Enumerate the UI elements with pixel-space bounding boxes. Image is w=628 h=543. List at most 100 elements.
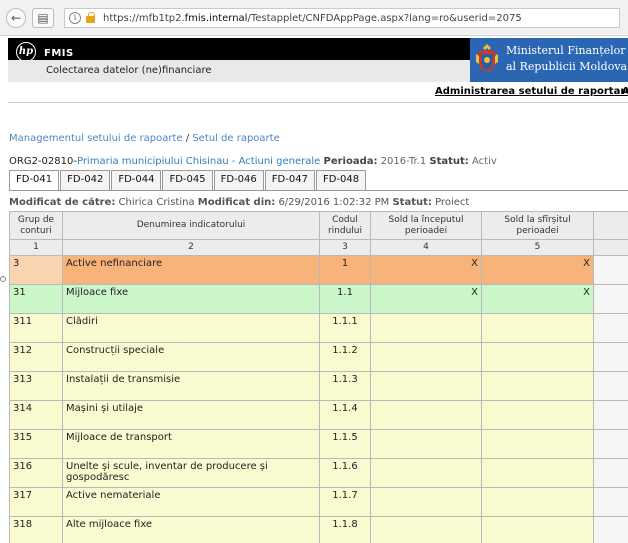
cell-code: 1.1.4 bbox=[319, 400, 371, 430]
header-row-code: Codul rindului bbox=[319, 211, 371, 240]
cell-filler bbox=[593, 487, 628, 517]
header-number: 3 bbox=[319, 239, 371, 256]
cell-balance-start-input[interactable] bbox=[370, 458, 482, 488]
tabs-underline bbox=[9, 190, 628, 191]
tab-fd-047[interactable]: FD-047 bbox=[264, 170, 315, 190]
modified-by-label: Modificat de către: bbox=[9, 197, 116, 208]
cell-code: 1 bbox=[319, 255, 371, 285]
admin-reporting-set-link[interactable]: Administrarea setului de raportare bbox=[435, 86, 628, 97]
org-name-link[interactable]: Primaria municipiului Chisinau - Actiuni… bbox=[77, 156, 320, 167]
modified-date-label: Modificat din: bbox=[197, 197, 276, 208]
table-row: 316 Unelte și scule, inventar de produce… bbox=[9, 458, 628, 488]
app-subtitle: Colectarea datelor (ne)financiare bbox=[46, 65, 212, 76]
table-row: 313 Instalații de transmisie 1.1.3 bbox=[9, 371, 628, 401]
cell-group: 3 bbox=[9, 255, 63, 285]
form-status-label: Statut: bbox=[392, 197, 432, 208]
table-row: 3 Active nefinanciare 1 X X bbox=[9, 255, 628, 285]
cell-name: Instalații de transmisie bbox=[62, 371, 320, 401]
header-indicator-name: Denumirea indicatorului bbox=[62, 211, 320, 240]
cell-balance-end-input[interactable] bbox=[481, 516, 594, 543]
tab-fd-044[interactable]: FD-044 bbox=[111, 170, 162, 190]
header-number: 4 bbox=[370, 239, 482, 256]
cell-code: 1.1.1 bbox=[319, 313, 371, 343]
indicators-table: Grup de conturi Denumirea indicatorului … bbox=[9, 211, 628, 543]
ministry-name-line1: Ministerul Finanțelor bbox=[506, 44, 626, 57]
cell-filler bbox=[593, 458, 628, 488]
browser-toolbar: ← ▤ i https://mfb1tp2.fmis.internal/Test… bbox=[0, 0, 628, 36]
cell-balance-start-input[interactable] bbox=[370, 400, 482, 430]
app-subheader: Colectarea datelor (ne)financiare bbox=[8, 60, 470, 82]
cell-group: 314 bbox=[9, 400, 63, 430]
ministry-name-line2: al Republicii Moldova bbox=[506, 60, 628, 73]
tab-fd-042[interactable]: FD-042 bbox=[60, 170, 111, 190]
header-balance-end: Sold la sfîrșitul perioadei bbox=[481, 211, 594, 240]
cell-name: Active nemateriale bbox=[62, 487, 320, 517]
divider bbox=[8, 102, 628, 103]
breadcrumb-management-link[interactable]: Managementul setului de rapoarte bbox=[9, 133, 183, 144]
lock-warning-icon[interactable] bbox=[85, 12, 97, 24]
cell-balance-end: X bbox=[481, 255, 594, 285]
org-status-value: Activ bbox=[472, 156, 497, 167]
cell-balance-start-input[interactable] bbox=[370, 429, 482, 459]
cell-balance-end-input[interactable] bbox=[481, 371, 594, 401]
cell-balance-end-input[interactable] bbox=[481, 342, 594, 372]
cell-name: Active nefinanciare bbox=[62, 255, 320, 285]
cell-code: 1.1.2 bbox=[319, 342, 371, 372]
table-row: 317 Active nemateriale 1.1.7 bbox=[9, 487, 628, 517]
table-row: 312 Construcții speciale 1.1.2 bbox=[9, 342, 628, 372]
cell-balance-start-input[interactable] bbox=[370, 516, 482, 543]
cell-group: 311 bbox=[9, 313, 63, 343]
breadcrumb-separator: / bbox=[185, 133, 190, 144]
moldova-crest-icon bbox=[476, 44, 498, 71]
cell-name: Mijloace fixe bbox=[62, 284, 320, 314]
menu-icon[interactable]: ▤ bbox=[32, 8, 54, 28]
hp-logo-icon: hp bbox=[16, 42, 36, 62]
resize-handle-icon[interactable] bbox=[0, 276, 6, 282]
header-filler bbox=[593, 211, 628, 240]
table-row: 314 Mașini și utilaje 1.1.4 bbox=[9, 400, 628, 430]
header-number: 1 bbox=[9, 239, 63, 256]
tab-fd-048[interactable]: FD-048 bbox=[315, 170, 367, 190]
header-account-group: Grup de conturi bbox=[9, 211, 63, 240]
back-arrow-icon[interactable]: ← bbox=[6, 8, 26, 28]
header-filler bbox=[593, 239, 628, 256]
breadcrumb-set-link[interactable]: Setul de rapoarte bbox=[192, 133, 279, 144]
period-value: 2016-Tr.1 bbox=[380, 156, 427, 167]
table-row: 315 Mijloace de transport 1.1.5 bbox=[9, 429, 628, 459]
cell-balance-end-input[interactable] bbox=[481, 400, 594, 430]
table-row: 318 Alte mijloace fixe 1.1.8 bbox=[9, 516, 628, 543]
cell-name: Clădiri bbox=[62, 313, 320, 343]
organization-info: ORG2-02810-Primaria municipiului Chisina… bbox=[9, 156, 497, 167]
modified-date-value: 6/29/2016 1:02:32 PM bbox=[278, 197, 390, 208]
cell-code: 1.1.3 bbox=[319, 371, 371, 401]
cell-balance-start-input[interactable] bbox=[370, 371, 482, 401]
address-bar[interactable]: i https://mfb1tp2.fmis.internal/Testappl… bbox=[64, 8, 620, 28]
table-row: 31 Mijloace fixe 1.1 X X bbox=[9, 284, 628, 314]
cell-balance-end-input[interactable] bbox=[481, 313, 594, 343]
cell-balance-start-input[interactable] bbox=[370, 342, 482, 372]
cell-balance-start-input[interactable] bbox=[370, 487, 482, 517]
cell-group: 312 bbox=[9, 342, 63, 372]
cell-filler bbox=[593, 284, 628, 314]
cell-filler bbox=[593, 400, 628, 430]
cell-balance-end-input[interactable] bbox=[481, 429, 594, 459]
cell-name: Unelte și scule, inventar de producere ș… bbox=[62, 458, 320, 488]
period-label: Perioada: bbox=[323, 156, 378, 167]
tab-fd-045[interactable]: FD-045 bbox=[162, 170, 213, 190]
tab-fd-046[interactable]: FD-046 bbox=[213, 170, 264, 190]
cell-name: Mașini și utilaje bbox=[62, 400, 320, 430]
tab-fd-041[interactable]: FD-041 bbox=[9, 170, 60, 191]
cell-group: 318 bbox=[9, 516, 63, 543]
cell-balance-end-input[interactable] bbox=[481, 458, 594, 488]
cell-balance-start-input[interactable] bbox=[370, 313, 482, 343]
url-text: https://mfb1tp2.fmis.internal/Testapplet… bbox=[103, 12, 522, 24]
cell-balance-end-input[interactable] bbox=[481, 487, 594, 517]
header-number: 5 bbox=[481, 239, 594, 256]
truncated-nav-link[interactable]: A bbox=[622, 86, 628, 97]
cell-filler bbox=[593, 342, 628, 372]
modification-info: Modificat de către: Chirica Cristina Mod… bbox=[9, 197, 469, 208]
cell-code: 1.1.6 bbox=[319, 458, 371, 488]
cell-balance-start: X bbox=[370, 255, 482, 285]
cell-filler bbox=[593, 516, 628, 543]
info-icon[interactable]: i bbox=[69, 12, 81, 24]
